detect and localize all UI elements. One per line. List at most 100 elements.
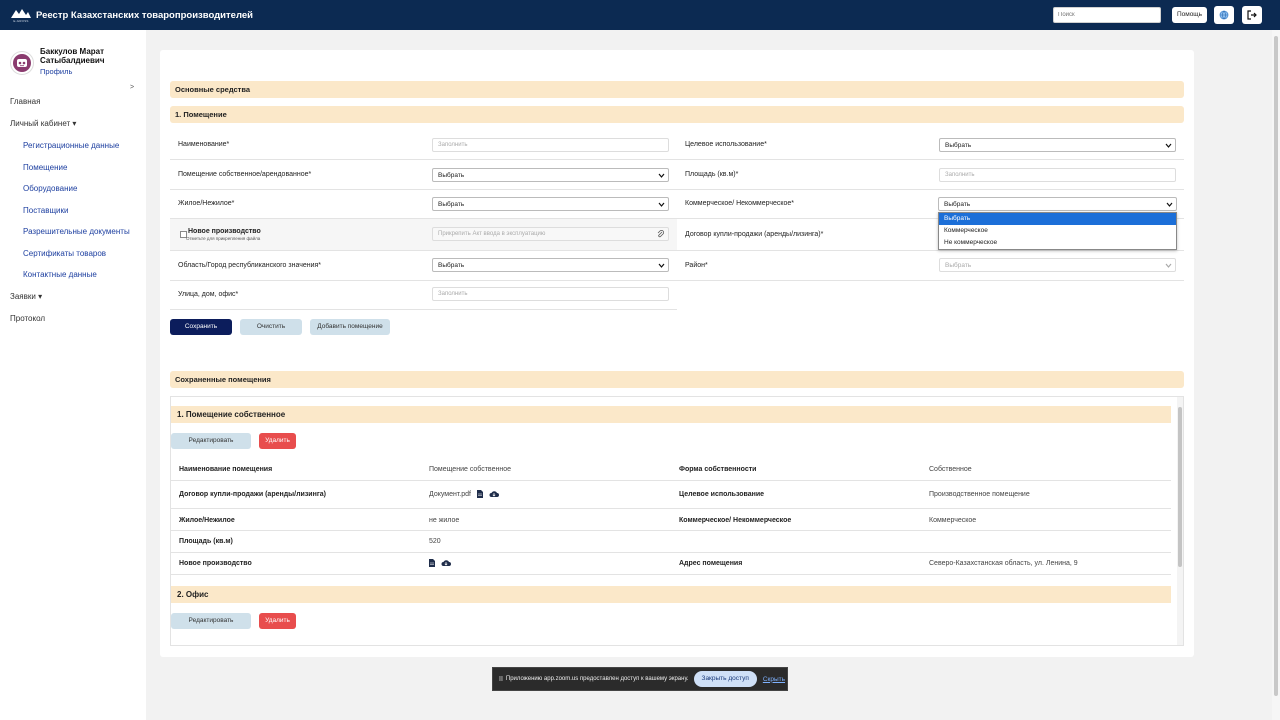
edit-button[interactable]: Редактировать xyxy=(171,613,251,629)
cloud-download-icon[interactable] xyxy=(441,559,451,567)
street-label: Улица, дом, офис* xyxy=(178,291,239,298)
user-name-line1: Баккулов Марат xyxy=(40,47,105,56)
logout-button[interactable] xyxy=(1242,6,1262,24)
residential-label: Жилое/Нежилое* xyxy=(178,200,235,207)
form-row-street: Улица, дом, офис* Заполнить xyxy=(170,280,677,310)
dropdown-option-commercial[interactable]: Коммерческое xyxy=(939,225,1176,237)
cell-label: Договор купли-продажи (аренды/лизинга) xyxy=(179,491,326,498)
cell-label: Адрес помещения xyxy=(679,560,743,567)
cell-value: Коммерческое xyxy=(929,517,977,524)
cell-label: Площадь (кв.м) xyxy=(179,538,233,545)
cell-label: Форма собственности xyxy=(679,466,757,473)
saved-premises-list[interactable]: 1. Помещение собственное Редактировать У… xyxy=(170,396,1184,646)
pause-icon[interactable]: II xyxy=(499,676,503,683)
chevron-down-icon xyxy=(658,202,665,207)
nav-cabinet-label: Личный кабинет xyxy=(10,119,71,128)
form-row-district: Район* Выбрать xyxy=(677,251,1184,281)
document-name[interactable]: Документ.pdf xyxy=(429,491,471,498)
stop-sharing-button[interactable]: Закрыть доступ xyxy=(693,671,757,687)
search-input[interactable] xyxy=(1053,7,1161,23)
nav-requests-label: Заявки xyxy=(10,292,36,301)
cell-value: Производственное помещение xyxy=(929,491,1030,498)
area-label: Площадь (кв.м)* xyxy=(685,171,739,178)
delete-button[interactable]: Удалить xyxy=(259,613,296,629)
ownership-select[interactable]: Выбрать xyxy=(432,168,669,182)
nav-certificates[interactable]: Сертификаты товаров xyxy=(23,249,106,258)
nav-equipment[interactable]: Оборудование xyxy=(23,184,77,193)
user-name-line2: Сатыбалдиевич xyxy=(40,56,105,65)
chevron-down-icon xyxy=(1165,143,1172,148)
table-row: Жилое/Нежилое не жилое Коммерческое/ Нек… xyxy=(171,509,1171,531)
hide-link[interactable]: Скрыть xyxy=(763,676,785,683)
section-title-fixed-assets: Основные средства xyxy=(170,81,1184,98)
form-row-region: Область/Город республиканского значения*… xyxy=(170,251,677,281)
purpose-select-value: Выбрать xyxy=(945,142,972,149)
commercial-select[interactable]: Выбрать xyxy=(938,197,1177,211)
chevron-down-icon xyxy=(1165,263,1172,268)
page-scrollbar[interactable] xyxy=(1272,30,1280,720)
cloud-download-icon[interactable] xyxy=(489,490,499,498)
add-premises-button[interactable]: Добавить помещение xyxy=(310,319,390,335)
nav-suppliers[interactable]: Поставщики xyxy=(23,206,69,215)
language-button[interactable] xyxy=(1214,6,1234,24)
dropdown-option-non-commercial[interactable]: Не коммерческое xyxy=(939,237,1176,249)
chevron-down-icon xyxy=(658,173,665,178)
contract-label: Договор купли-продажи (аренды/лизинга)* xyxy=(685,231,824,238)
nav-requests[interactable]: Заявки ▾ xyxy=(10,292,42,301)
profile-link[interactable]: Профиль xyxy=(40,67,104,76)
purpose-select[interactable]: Выбрать xyxy=(939,138,1176,152)
region-select[interactable]: Выбрать xyxy=(432,258,669,272)
name-label: Наименование* xyxy=(178,141,230,148)
file-icon[interactable] xyxy=(476,490,483,498)
street-input[interactable]: Заполнить xyxy=(432,287,669,301)
table-row: Новое производство Адрес помещения Север… xyxy=(171,553,1171,575)
nav-premises[interactable]: Помещение xyxy=(23,163,67,172)
table-row: Наименование помещения Помещение собстве… xyxy=(171,459,1171,481)
residential-select[interactable]: Выбрать xyxy=(432,197,669,211)
scrollbar-thumb[interactable] xyxy=(1178,407,1182,567)
chevron-down-icon xyxy=(658,263,665,268)
user-expand-arrow[interactable]: > xyxy=(130,84,134,91)
nav-contacts[interactable]: Контактные данные xyxy=(23,270,97,279)
share-notice: Приложению app.zoom.us предоставлен дост… xyxy=(505,676,689,682)
help-button[interactable]: Помощь xyxy=(1172,7,1207,23)
file-icon[interactable] xyxy=(429,559,435,567)
region-select-value: Выбрать xyxy=(438,262,465,269)
app-logo[interactable]: E-GROSS xyxy=(8,4,34,26)
dropdown-option-select[interactable]: Выбрать xyxy=(939,213,1176,225)
form-row-residential: Жилое/Нежилое* Выбрать xyxy=(170,189,677,219)
area-input[interactable]: Заполнить xyxy=(939,168,1176,182)
app-title: Реестр Казахстанских товаропроизводителе… xyxy=(36,9,253,21)
nav-cabinet[interactable]: Личный кабинет ▾ xyxy=(10,119,76,128)
robot-avatar-icon xyxy=(13,54,31,72)
nav-registration-data[interactable]: Регистрационные данные xyxy=(23,141,119,150)
main-panel: Основные средства 1. Помещение Наименова… xyxy=(160,50,1194,657)
nav-permits[interactable]: Разрешительные документы xyxy=(23,227,130,236)
edit-button[interactable]: Редактировать xyxy=(171,433,251,449)
top-bar: E-GROSS Реестр Казахстанских товаропроиз… xyxy=(0,0,1280,30)
clear-button[interactable]: Очистить xyxy=(240,319,302,335)
nav-protocol[interactable]: Протокол xyxy=(10,314,45,323)
saved-item2-title: 2. Офис xyxy=(171,586,1171,603)
ownership-select-value: Выбрать xyxy=(438,172,465,179)
commercial-select-value: Выбрать xyxy=(944,201,971,208)
saved-list-scrollbar[interactable] xyxy=(1177,397,1183,645)
subsection-title-premises: 1. Помещение xyxy=(170,106,1184,123)
saved-premises-title: Сохраненные помещения xyxy=(170,371,1184,388)
globe-icon xyxy=(1219,10,1229,20)
chevron-down-icon xyxy=(1166,202,1173,207)
delete-button[interactable]: Удалить xyxy=(259,433,296,449)
page-scrollbar-thumb[interactable] xyxy=(1274,36,1278,696)
region-label: Область/Город республиканского значения* xyxy=(178,262,322,269)
new-production-label: Новое производство xyxy=(188,228,261,235)
form-row-new-production: Новое производство Отметьте для прикрепл… xyxy=(170,219,677,251)
commercial-label: Коммерческое/ Некоммерческое* xyxy=(685,200,795,207)
commercial-dropdown-list[interactable]: Выбрать Коммерческое Не коммерческое xyxy=(938,212,1177,250)
cell-value xyxy=(429,559,451,567)
save-button[interactable]: Сохранить xyxy=(170,319,232,335)
nav-home[interactable]: Главная xyxy=(10,97,40,106)
attach-act-input[interactable]: Прикрепить Акт ввода в эксплуатацию xyxy=(432,227,669,241)
district-select[interactable]: Выбрать xyxy=(939,258,1176,272)
name-input[interactable]: Заполнить xyxy=(432,138,669,152)
cell-label: Жилое/Нежилое xyxy=(179,517,235,524)
